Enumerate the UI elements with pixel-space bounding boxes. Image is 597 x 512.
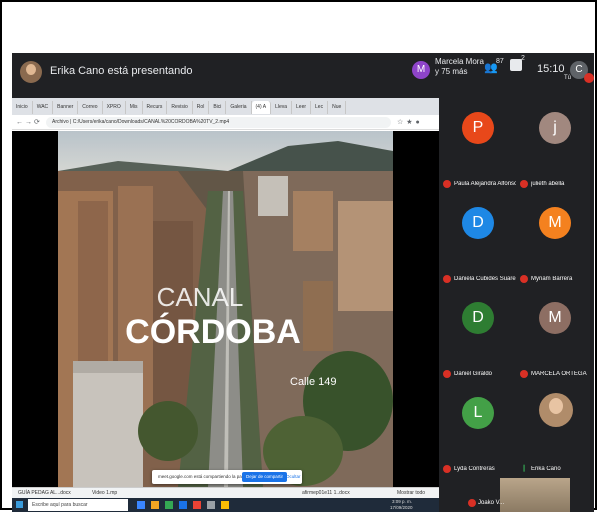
participant-name: julieth abella — [531, 181, 565, 187]
taskbar-time: 3:09 p. m. — [392, 499, 413, 504]
participant-name: Myriam Barrera — [531, 276, 573, 282]
participant-tile[interactable]: j julieth abella — [517, 98, 594, 193]
browser-tab[interactable]: Lec — [311, 101, 329, 114]
mic-muted-icon — [443, 275, 451, 283]
video-title-line2: CÓRDOBA — [125, 313, 301, 351]
participant-tile-joako[interactable]: Joako V... — [440, 478, 594, 512]
browser-tab[interactable]: Rol — [193, 101, 210, 114]
taskbar-app-icons[interactable] — [137, 501, 247, 509]
browser-toolbar-icons[interactable]: ☆★● — [397, 118, 423, 126]
participant-tile[interactable]: M Myriam Barrera — [517, 193, 594, 288]
chat-count: 2 — [521, 55, 525, 62]
video-title-line1: CANAL — [157, 282, 244, 312]
browser-tab[interactable]: Nue — [328, 101, 347, 114]
participant-tile[interactable]: L Lyda Contreras — [440, 383, 517, 478]
browser-tab-strip: Inicio WAC Banner Correo XPRO Mis Recurs Revisi… — [12, 98, 439, 115]
windows-start-icon[interactable] — [16, 501, 23, 508]
viewer-name-line1: Marcela Mora — [435, 57, 484, 66]
participant-name: Daniela Cubides Suarez — [454, 276, 516, 282]
speaking-indicator-icon: ❙ — [521, 465, 527, 472]
participant-name: Erika Cano — [531, 466, 561, 472]
screen-frame: Erika Cano está presentando M Marcela Mo… — [0, 0, 597, 512]
participant-camera-joako — [500, 478, 570, 512]
participant-avatar: D — [462, 207, 494, 239]
browser-address-bar: ←→⟳ Archivo | C:/Users/erika/cano/Downlo… — [12, 115, 439, 130]
viewer-names: Marcela Mora y 75 más — [435, 57, 484, 77]
screen-share-notification: meet.google.com está compartiendo la pan… — [152, 470, 302, 484]
mic-muted-icon — [520, 275, 528, 283]
participant-tile[interactable]: D Daniela Cubides Suarez — [440, 193, 517, 288]
mic-muted-icon — [443, 465, 451, 473]
address-field[interactable]: Archivo | C:/Users/erika/cano/Downloads/… — [46, 117, 391, 128]
download-show-all-button[interactable]: Mostrar todo — [397, 490, 425, 496]
screen-share-text: meet.google.com está compartiendo la pan… — [158, 474, 253, 479]
participant-name: Daniel Giraldo — [454, 371, 493, 377]
browser-tab[interactable]: Recurs — [143, 101, 168, 114]
participant-avatar: P — [462, 112, 494, 144]
participant-avatar: M — [539, 207, 571, 239]
video-street-label: Calle 149 — [290, 376, 336, 388]
people-count: 87 — [496, 58, 504, 65]
participant-grid: P Paula Alejandra Alfonso ... j julieth abe… — [440, 98, 594, 512]
browser-tab[interactable]: (4) A — [251, 101, 272, 114]
taskbar-search-placeholder: Escribe aquí para buscar — [32, 502, 88, 508]
mic-muted-icon — [468, 499, 476, 507]
browser-tab[interactable]: Revisio — [167, 101, 193, 114]
mic-muted-icon — [443, 180, 451, 188]
presenter-label: Erika Cano está presentando — [50, 65, 193, 77]
meet-window: Erika Cano está presentando M Marcela Mo… — [12, 53, 594, 512]
taskbar-search-box[interactable]: Escribe aquí para buscar — [28, 499, 128, 511]
browser-tab[interactable]: Lleva — [271, 101, 293, 114]
browser-tab[interactable]: Galeria — [226, 101, 252, 114]
self-mic-muted-icon — [584, 73, 594, 83]
participant-name: Joako V... — [478, 500, 505, 506]
participant-name: Lyda Contreras — [454, 466, 495, 472]
browser-tab[interactable]: Inicio — [12, 101, 33, 114]
browser-tab[interactable]: Correo — [78, 101, 103, 114]
participant-photo — [539, 393, 573, 427]
mic-muted-icon — [443, 370, 451, 378]
meet-top-bar: Erika Cano está presentando M Marcela Mo… — [12, 53, 594, 95]
browser-tab[interactable]: Leer — [292, 101, 312, 114]
browser-tab[interactable]: XPRO — [103, 101, 126, 114]
video-player[interactable]: CANAL CÓRDOBA Calle 149 — [12, 131, 439, 487]
stop-sharing-button[interactable]: Dejar de compartir — [242, 472, 288, 482]
participant-tile[interactable]: M MARCELA ORTEGA — [517, 288, 594, 383]
participant-tile[interactable]: D Daniel Giraldo — [440, 288, 517, 383]
viewer-name-line2: y 75 más — [435, 67, 468, 76]
self-label: Tú — [564, 75, 572, 81]
download-item[interactable]: afirmep01e11 1..docx — [302, 490, 350, 496]
taskbar-date: 17/09/2020 — [390, 505, 413, 510]
video-frame: CANAL CÓRDOBA Calle 149 — [58, 131, 393, 487]
presenter-avatar — [20, 61, 42, 83]
browser-tab[interactable]: WAC — [33, 101, 54, 114]
shared-screen: Inicio WAC Banner Correo XPRO Mis Recurs Revisi… — [12, 98, 439, 512]
participant-tile[interactable]: P Paula Alejandra Alfonso ... — [440, 98, 517, 193]
hide-notification-link[interactable]: Ocultar — [286, 470, 301, 484]
participant-avatar: j — [539, 112, 571, 144]
browser-tab[interactable]: Banner — [53, 101, 79, 114]
download-bar: GUÍA PEDAG AL...docx Video 1.mp afirmep01e… — [12, 487, 439, 498]
participant-avatar: M — [539, 302, 571, 334]
browser-nav-icons[interactable]: ←→⟳ — [16, 118, 42, 126]
participant-name: MARCELA ORTEGA — [531, 371, 587, 377]
participant-tile[interactable]: ❙ Erika Cano — [517, 383, 594, 478]
participant-avatar: D — [462, 302, 494, 334]
participant-avatar: L — [462, 397, 494, 429]
browser-tab[interactable]: Mis — [126, 101, 143, 114]
participant-name: Paula Alejandra Alfonso ... — [454, 181, 516, 187]
download-item[interactable]: Video 1.mp — [92, 490, 117, 496]
download-item[interactable]: GUÍA PEDAG AL...docx — [18, 490, 71, 496]
browser-tab[interactable]: Bici — [209, 101, 227, 114]
mic-muted-icon — [520, 370, 528, 378]
mic-muted-icon — [520, 180, 528, 188]
viewer-avatar: M — [412, 61, 430, 79]
clock: 15:10 — [537, 63, 565, 75]
